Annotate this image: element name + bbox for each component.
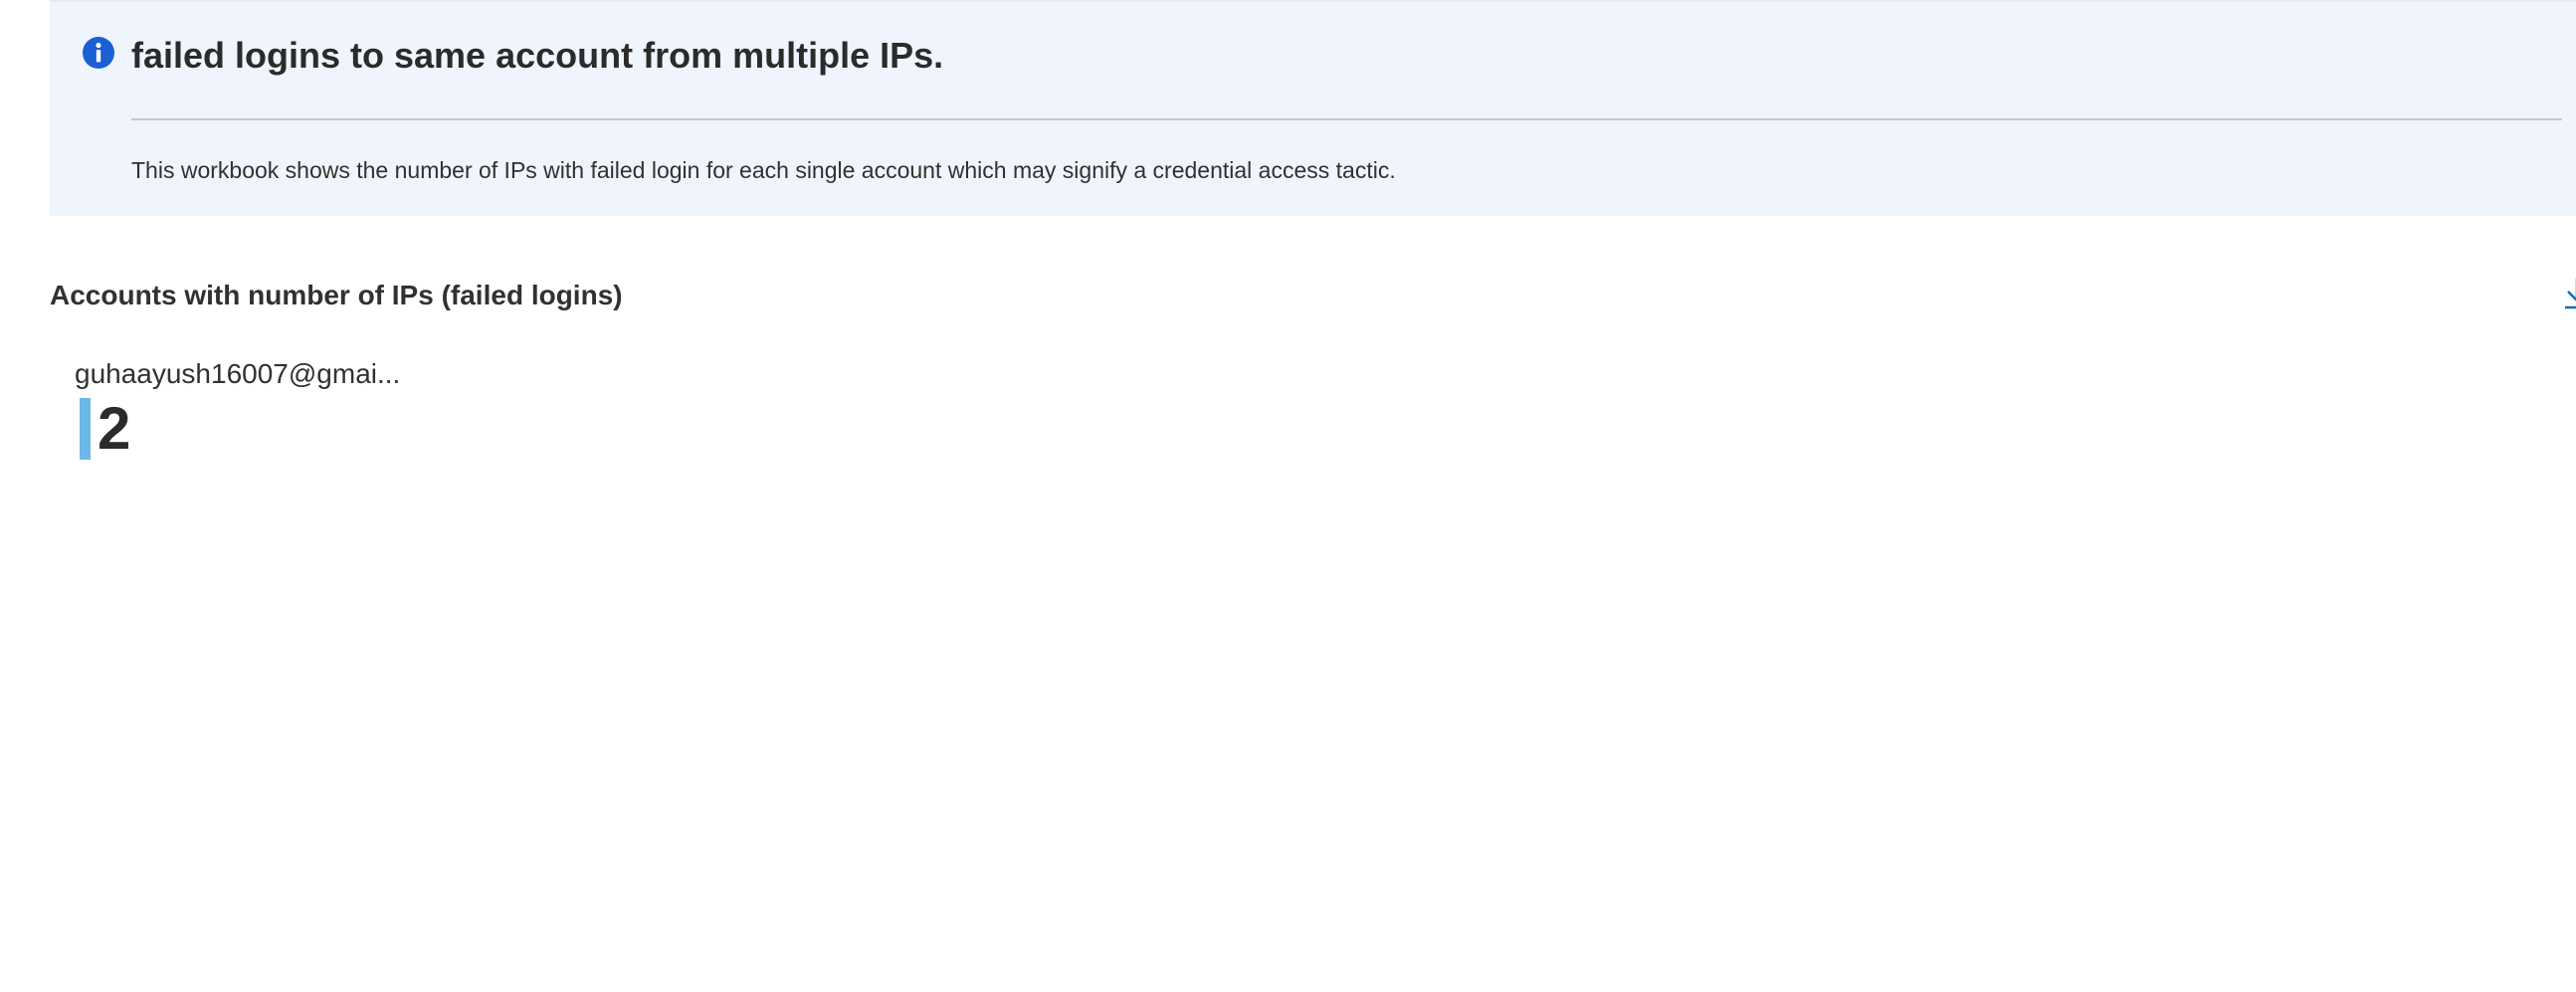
banner-title: failed logins to same account from multi… — [131, 35, 944, 76]
banner-description: This workbook shows the number of IPs wi… — [131, 157, 1396, 183]
info-banner: failed logins to same account from multi… — [50, 0, 2576, 216]
info-icon — [83, 37, 114, 69]
download-icon[interactable] — [2562, 277, 2576, 310]
account-tile[interactable]: guhaayush16007@gmai... 2 — [75, 354, 453, 464]
tile-color-bar — [80, 398, 91, 460]
section-title: Accounts with number of IPs (failed logi… — [50, 280, 623, 310]
ip-count-value: 2 — [98, 395, 131, 462]
banner-divider — [131, 118, 2562, 120]
account-name: guhaayush16007@gmai... — [75, 358, 401, 389]
